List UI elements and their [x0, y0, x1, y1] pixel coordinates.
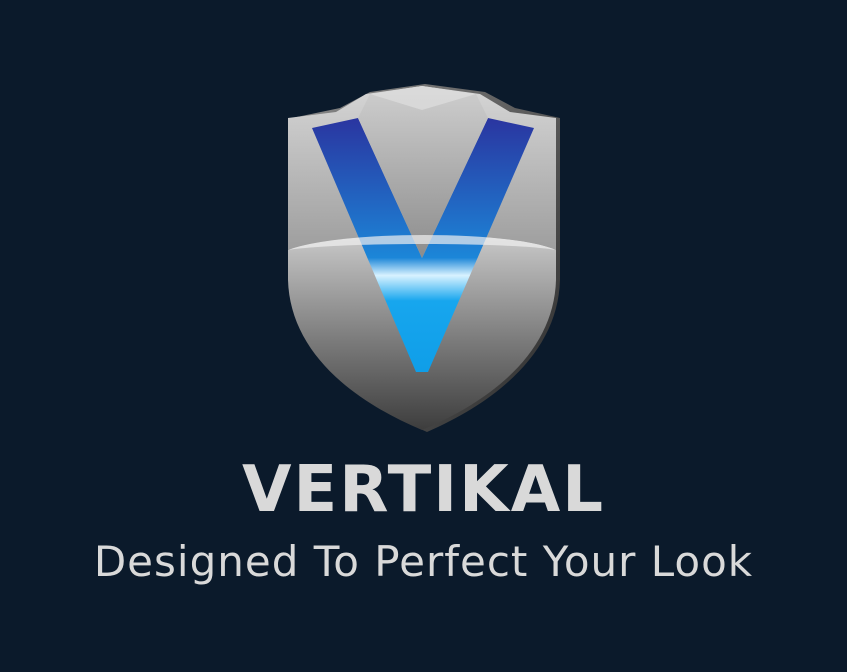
tagline: Designed To Perfect Your Look — [93, 537, 754, 586]
brand-name: VERTIKAL — [241, 453, 606, 527]
logo-canvas: VERTIKAL Designed To Perfect Your Look — [0, 0, 847, 672]
shield-v-emblem-icon — [288, 84, 560, 432]
